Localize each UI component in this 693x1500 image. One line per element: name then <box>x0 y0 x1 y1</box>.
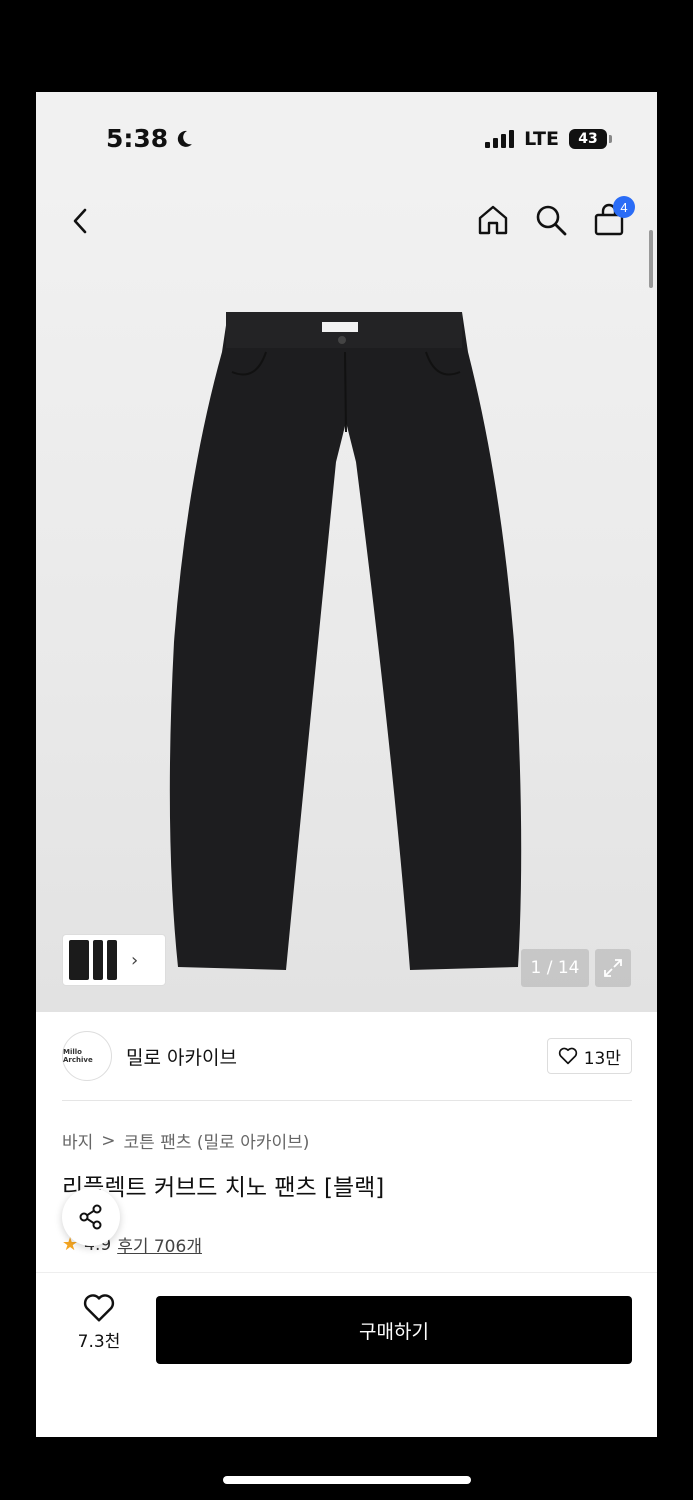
like-button[interactable]: 7.3천 <box>76 1293 122 1352</box>
favorite-count: 13만 <box>583 1048 621 1069</box>
home-icon[interactable] <box>475 202 511 238</box>
seller-favorite-button[interactable]: 13만 <box>546 1038 632 1074</box>
heart-icon <box>83 1294 115 1322</box>
scrollbar[interactable] <box>649 230 653 288</box>
cart-button[interactable]: 4 <box>591 196 635 238</box>
moon-icon <box>178 130 193 147</box>
seller-name[interactable]: 밀로 아카이브 <box>126 1043 237 1070</box>
breadcrumb-subcategory[interactable]: 코튼 팬츠 (밀로 아카이브) <box>124 1128 310 1153</box>
app-screen: 5:38 LTE 43 4 › 1 / 14 Millo Archive 밀로 … <box>36 92 657 1437</box>
seller-avatar[interactable]: Millo Archive <box>62 1031 112 1081</box>
reviews-link[interactable]: 후기 706개 <box>117 1232 202 1257</box>
thumbnail-image <box>93 940 103 980</box>
thumbnail-image <box>69 940 89 980</box>
share-button[interactable] <box>62 1188 120 1246</box>
status-right: LTE 43 <box>485 128 612 150</box>
network-label: LTE <box>524 128 559 150</box>
divider <box>62 1100 632 1101</box>
status-time: 5:38 <box>106 124 194 153</box>
seller-row[interactable]: Millo Archive 밀로 아카이브 13만 <box>62 1030 632 1082</box>
breadcrumb: 바지 > 코튼 팬츠 (밀로 아카이브) <box>62 1128 310 1154</box>
nav-actions: 4 <box>475 196 635 238</box>
buy-button[interactable]: 구매하기 <box>156 1296 632 1364</box>
search-icon[interactable] <box>533 202 569 238</box>
chevron-right-icon: › <box>131 949 139 971</box>
signal-icon <box>485 130 515 148</box>
breadcrumb-category[interactable]: 바지 <box>62 1128 93 1153</box>
status-bar: 5:38 LTE 43 <box>36 92 657 186</box>
back-icon[interactable] <box>66 206 96 236</box>
share-icon <box>79 1204 102 1230</box>
expand-icon <box>604 959 622 977</box>
product-gallery[interactable]: 4 › <box>36 186 657 1012</box>
image-counter: 1 / 14 <box>521 949 589 987</box>
expand-button[interactable] <box>595 949 631 987</box>
breadcrumb-separator: > <box>101 1130 116 1151</box>
product-image <box>169 312 522 970</box>
battery-icon: 43 <box>569 129 612 149</box>
cart-count-badge: 4 <box>613 196 635 218</box>
thumbnail-strip[interactable]: › <box>62 934 166 986</box>
thumbnail-image <box>107 940 117 980</box>
heart-icon <box>558 1047 577 1065</box>
home-indicator[interactable] <box>223 1476 471 1484</box>
like-count: 7.3천 <box>77 1332 121 1352</box>
bottom-bar: 7.3천 구매하기 <box>36 1272 657 1437</box>
